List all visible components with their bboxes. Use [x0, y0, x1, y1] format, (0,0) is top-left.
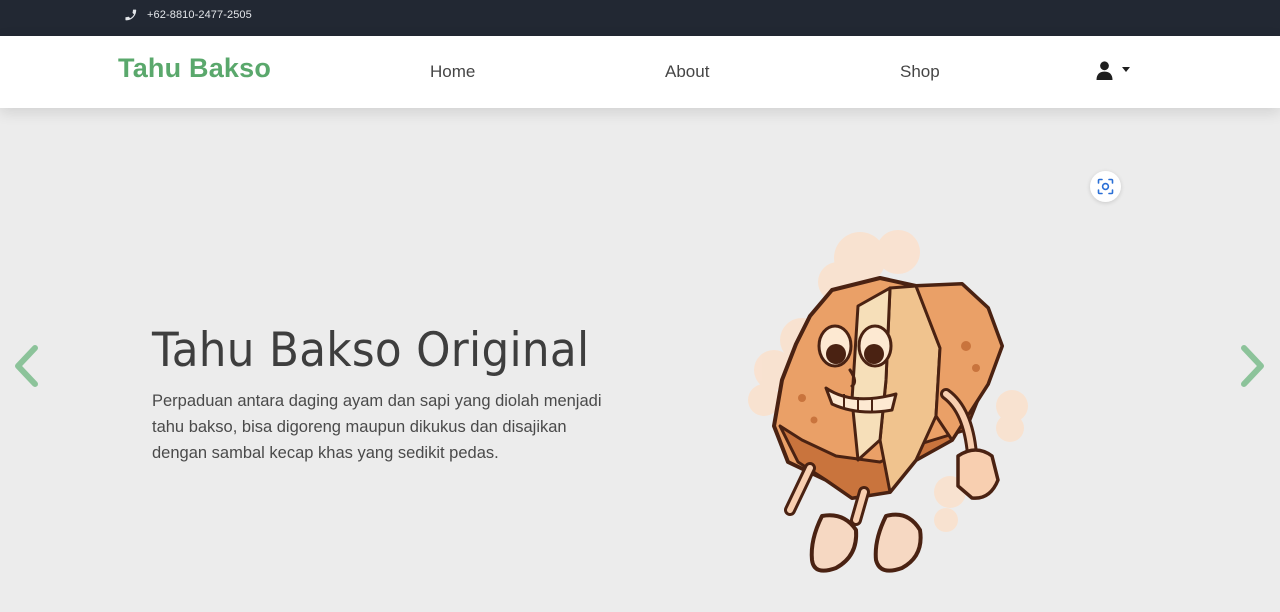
phone-icon [124, 8, 138, 22]
caret-down-icon [1122, 66, 1130, 72]
nav-shop[interactable]: Shop [900, 62, 940, 82]
visual-search-button[interactable] [1090, 171, 1121, 202]
navbar: Tahu Bakso Home About Shop [0, 36, 1280, 108]
chevron-right-icon [1241, 345, 1264, 387]
slide-description: Perpaduan antara daging ayam dan sapi ya… [152, 392, 602, 462]
visual-search-icon [1097, 178, 1114, 195]
phone-number[interactable]: +62-8810-2477-2505 [147, 9, 252, 21]
carousel-next-button[interactable] [1237, 344, 1269, 388]
contact-info: +62-8810-2477-2505 [124, 8, 252, 22]
carousel-prev-button[interactable] [10, 344, 42, 388]
user-menu-dropdown[interactable] [1096, 61, 1130, 80]
nav-home[interactable]: Home [430, 62, 475, 82]
slide-title: Tahu Bakso Original [152, 323, 590, 378]
brand-logo[interactable]: Tahu Bakso [118, 53, 271, 84]
top-bar: +62-8810-2477-2505 [0, 0, 1280, 36]
chevron-left-icon [15, 345, 38, 387]
user-icon [1096, 61, 1113, 80]
nav-about[interactable]: About [665, 62, 709, 82]
tahu-bakso-mascot-image [748, 230, 1028, 573]
hero-carousel: Tahu Bakso Original Perpaduan antara dag… [0, 108, 1280, 612]
